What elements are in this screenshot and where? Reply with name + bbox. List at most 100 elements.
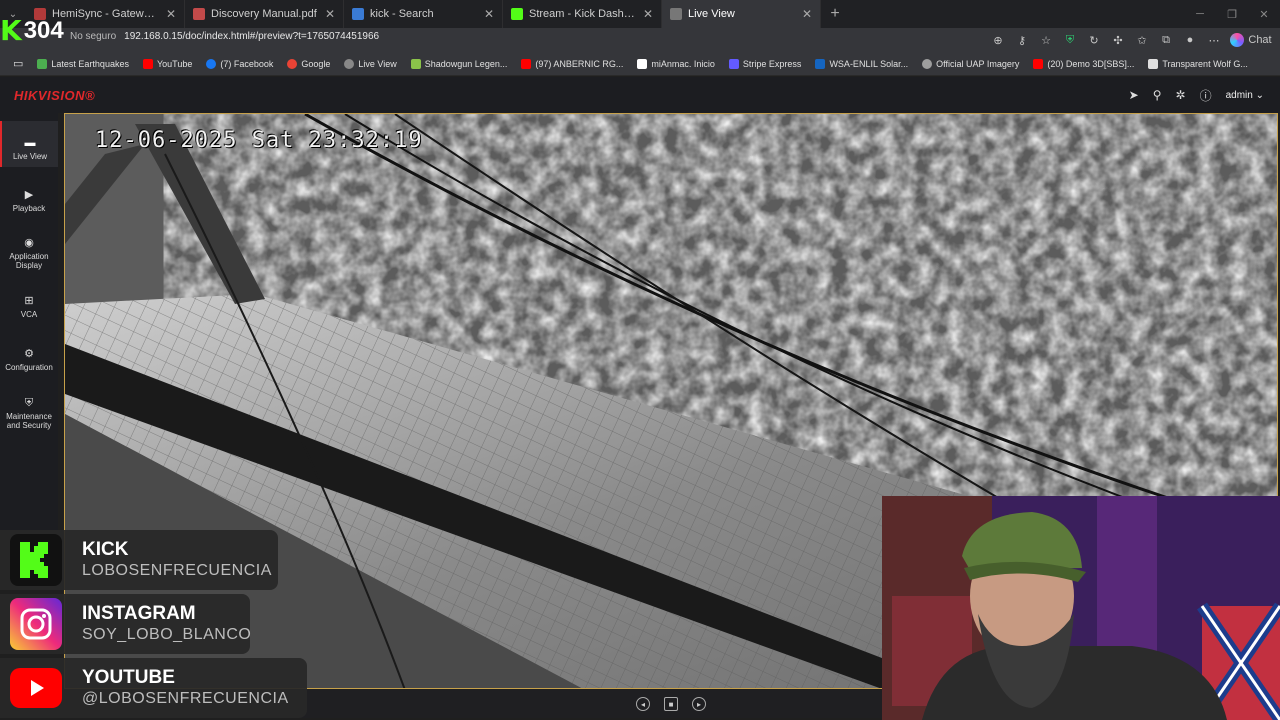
bookmark-label: (7) Facebook [220, 58, 274, 69]
social-handle: @LOBOSENFRECUENCIA [82, 690, 289, 707]
bookmark-favicon-icon [142, 58, 153, 69]
social-name: INSTAGRAM [82, 603, 196, 624]
live-view-icon: ▬ [24, 137, 36, 149]
chat-button[interactable]: Chat [1226, 28, 1280, 52]
toolbar-icons: ⊕ ⚷ ☆ ⛨ ↻ ✣ ✩ ⧉ ● ⋯ Chat [986, 28, 1280, 52]
social-name: YOUTUBE [82, 667, 175, 688]
tab-title: kick - Search [370, 8, 434, 20]
bookmark-label: Official UAP Imagery [936, 58, 1020, 69]
maintenance-icon: ⛨ [24, 397, 34, 409]
bookmark-label: WSA-ENLIL Solar... [829, 58, 909, 69]
info-icon[interactable]: ⓘ [1200, 87, 1212, 104]
bookmark-item[interactable]: Google [280, 58, 337, 69]
previous-icon[interactable]: ◂ [636, 697, 650, 711]
bookmark-label: YouTube [156, 58, 193, 69]
tab-discovery-manual[interactable]: Discovery Manual.pdf ✕ [185, 0, 344, 28]
bookmark-favicon-icon [521, 58, 532, 69]
bookmark-favicon-icon [37, 58, 48, 69]
instagram-social-card: INSTAGRAM SOY_LOBO_BLANCO [0, 594, 252, 654]
kick-logo-icon: K [0, 14, 22, 47]
stop-icon[interactable]: ■ [664, 697, 678, 711]
sidebar-toggle-icon[interactable]: ▭ [6, 57, 30, 70]
bookmark-item[interactable]: WSA-ENLIL Solar... [808, 58, 915, 69]
configuration-icon: ⚙ [24, 348, 34, 360]
minimize-icon[interactable]: ─ [1184, 0, 1216, 28]
nav-playback[interactable]: ▶ Playback [0, 185, 58, 225]
nav-maintenance-security[interactable]: ⛨ Maintenance and Security [0, 397, 58, 437]
next-icon[interactable]: ▸ [692, 697, 706, 711]
favorites-icon[interactable]: ✩ [1130, 28, 1154, 52]
bookmark-label: Google [301, 58, 331, 69]
tab-close-icon[interactable]: ✕ [166, 7, 176, 21]
tab-close-icon[interactable]: ✕ [802, 7, 812, 21]
nav-application-display[interactable]: ◉ Application Display [0, 237, 58, 277]
user-name: admin [1225, 89, 1253, 101]
kick-follower-counter: K 304 [0, 16, 64, 46]
bookmark-item[interactable]: Stripe Express [722, 58, 809, 69]
key-icon[interactable]: ⚷ [1010, 28, 1034, 52]
bookmark-item[interactable]: Live View [337, 58, 403, 69]
nav-configuration[interactable]: ⚙ Configuration [0, 348, 58, 378]
hikvision-logo: HIKVISION® [14, 87, 96, 103]
shield-extension-icon[interactable]: ⛨ [1058, 28, 1082, 52]
tab-kick-dashboard[interactable]: Stream - Kick Dashboard ✕ [503, 0, 662, 28]
extensions-icon[interactable]: ✣ [1106, 28, 1130, 52]
new-tab-button[interactable]: + [821, 5, 849, 23]
bookmark-favicon-icon [728, 58, 739, 69]
tab-close-icon[interactable]: ✕ [643, 7, 653, 21]
bookmark-label: miAnmac. Inicio [651, 58, 715, 69]
collections-icon[interactable]: ⧉ [1154, 28, 1178, 52]
bookmark-item[interactable]: Transparent Wolf G... [1141, 58, 1255, 69]
tab-close-icon[interactable]: ✕ [484, 7, 494, 21]
nav-vca[interactable]: ⊞ VCA [0, 295, 58, 325]
profile-avatar[interactable]: ● [1178, 28, 1202, 52]
tab-favicon-icon [352, 8, 364, 20]
header-actions: ➤ ⚲ ✲ ⓘ admin ⌄ [1129, 77, 1264, 113]
bookmark-item[interactable]: (97) ANBERNIC RG... [514, 58, 630, 69]
social-handle: SOY_LOBO_BLANCO [82, 626, 252, 643]
tab-title: Discovery Manual.pdf [211, 8, 317, 20]
bookmark-item[interactable]: miAnmac. Inicio [630, 58, 722, 69]
bookmark-item[interactable]: (7) Facebook [199, 58, 280, 69]
vca-icon: ⊞ [24, 295, 34, 307]
nav-label: Maintenance and Security [6, 412, 52, 430]
nav-label: Application Display [9, 252, 49, 270]
chat-label: Chat [1248, 34, 1272, 46]
hikvision-header: HIKVISION® ➤ ⚲ ✲ ⓘ admin ⌄ [0, 77, 1280, 113]
bookmark-item[interactable]: Latest Earthquakes [30, 58, 136, 69]
nav-label: VCA [20, 310, 38, 319]
translate-icon[interactable]: ⊕ [986, 28, 1010, 52]
wizard-icon[interactable]: ✲ [1176, 88, 1186, 102]
application-display-icon: ◉ [24, 237, 34, 249]
bookmark-item[interactable]: Shadowgun Legen... [404, 58, 515, 69]
refresh-icon[interactable]: ↻ [1082, 28, 1106, 52]
streamer-webcam [882, 496, 1280, 720]
bookmarks-bar: ▭ Latest Earthquakes YouTube (7) Faceboo… [0, 52, 1280, 76]
social-text: YOUTUBE @LOBOSENFRECUENCIA [82, 667, 289, 709]
webcam-overlay [882, 496, 1280, 720]
nav-live-view[interactable]: ▬ Live View [0, 121, 58, 167]
bookmark-favicon-icon [1033, 58, 1044, 69]
url-field[interactable]: No seguro 192.168.0.15/doc/index.html#/p… [70, 31, 379, 42]
star-icon[interactable]: ☆ [1034, 28, 1058, 52]
social-text: KICK LOBOSENFRECUENCIA [82, 539, 272, 581]
nav-label: Configuration [5, 363, 53, 372]
tab-kick-search[interactable]: kick - Search ✕ [344, 0, 503, 28]
bookmark-item[interactable]: Official UAP Imagery [915, 58, 1026, 69]
user-menu[interactable]: admin ⌄ [1226, 90, 1264, 101]
close-window-icon[interactable]: ✕ [1248, 0, 1280, 28]
bookmark-label: Latest Earthquakes [51, 58, 129, 69]
maximize-icon[interactable]: ❐ [1216, 0, 1248, 28]
screen: ⌄ HemiSync - Gateway Experience - ✕ Disc… [0, 0, 1280, 720]
send-icon[interactable]: ➤ [1129, 88, 1139, 102]
more-menu-icon[interactable]: ⋯ [1202, 28, 1226, 52]
search-icon[interactable]: ⚲ [1153, 88, 1162, 102]
copilot-icon [1230, 33, 1244, 47]
youtube-social-card: YOUTUBE @LOBOSENFRECUENCIA [0, 658, 307, 718]
bookmark-item[interactable]: YouTube [136, 58, 199, 69]
bookmark-item[interactable]: (20) Demo 3D[SBS]... [1026, 58, 1141, 69]
tab-close-icon[interactable]: ✕ [325, 7, 335, 21]
window-controls: ─ ❐ ✕ [1184, 0, 1280, 28]
tab-live-view[interactable]: Live View ✕ [662, 0, 821, 28]
tab-strip: ⌄ HemiSync - Gateway Experience - ✕ Disc… [0, 0, 1280, 28]
